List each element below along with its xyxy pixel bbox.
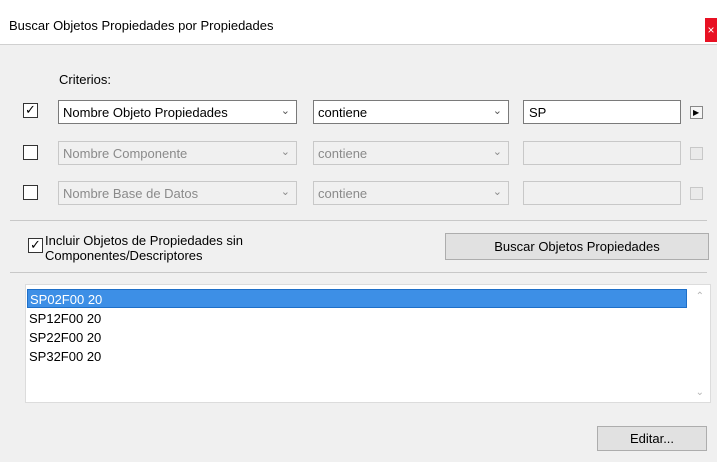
criteria-row-3-field-select[interactable]: Nombre Base de Datos ⌄ (58, 181, 297, 205)
operator-select-value: contiene (318, 146, 368, 161)
criteria-row-1-field-select[interactable]: Nombre Objeto Propiedades ⌄ (58, 100, 297, 124)
list-item[interactable]: SP12F00 20 (27, 309, 687, 328)
play-triangle-icon: ▶ (693, 108, 700, 117)
field-select-value: Nombre Componente (63, 146, 188, 161)
checkmark-icon: ✓ (25, 102, 36, 117)
criteria-row-3-checkbox[interactable] (23, 185, 38, 200)
scroll-up-icon[interactable]: ⌃ (696, 291, 704, 302)
chevron-down-icon: ⌄ (492, 105, 502, 117)
list-item[interactable]: SP22F00 20 (27, 328, 687, 347)
window-title: Buscar Objetos Propiedades por Propiedad… (9, 18, 274, 33)
criteria-row-1-checkbox[interactable]: ✓ (23, 102, 38, 118)
criteria-row-3-arrow-button[interactable] (690, 187, 703, 200)
criteria-row-2-checkbox[interactable] (23, 145, 38, 160)
include-label-line-2: Componentes/Descriptores (45, 248, 203, 263)
results-separator (10, 272, 707, 273)
operator-select-value: contiene (318, 186, 368, 201)
title-bar: Buscar Objetos Propiedades por Propiedad… (0, 0, 717, 45)
criteria-row-2-field-select[interactable]: Nombre Componente ⌄ (58, 141, 297, 165)
criteria-row-1-arrow-button[interactable]: ▶ (690, 106, 703, 119)
list-item[interactable]: SP32F00 20 (27, 347, 687, 366)
list-item[interactable]: SP02F00 20 (27, 289, 687, 308)
operator-select-value: contiene (318, 105, 368, 120)
search-button[interactable]: Buscar Objetos Propiedades (445, 233, 709, 260)
criteria-row-3-operator-select[interactable]: contiene ⌄ (313, 181, 509, 205)
include-checkbox[interactable]: ✓ (28, 237, 43, 253)
criteria-row-2-value-input[interactable] (523, 141, 681, 165)
close-icon: × (707, 23, 715, 37)
field-select-value: Nombre Base de Datos (63, 186, 199, 201)
chevron-down-icon: ⌄ (492, 146, 502, 158)
edit-button[interactable]: Editar... (597, 426, 707, 451)
scroll-down-icon[interactable]: ⌄ (696, 387, 704, 398)
criteria-separator (10, 220, 707, 221)
close-button[interactable]: × (705, 18, 717, 42)
criteria-row-1-operator-select[interactable]: contiene ⌄ (313, 100, 509, 124)
chevron-down-icon: ⌄ (492, 186, 502, 198)
include-label-line-1: Incluir Objetos de Propiedades sin (45, 233, 244, 248)
checkmark-icon: ✓ (30, 237, 41, 252)
criteria-row-2-arrow-button[interactable] (690, 147, 703, 160)
criteria-row-3-value-input[interactable] (523, 181, 681, 205)
criteria-row-1-value-input[interactable]: SP (523, 100, 681, 124)
criteria-row-2-operator-select[interactable]: contiene ⌄ (313, 141, 509, 165)
field-select-value: Nombre Objeto Propiedades (63, 105, 228, 120)
results-list[interactable]: SP02F00 20 SP12F00 20 SP22F00 20 SP32F00… (25, 284, 711, 403)
criteria-label: Criterios: (59, 72, 112, 87)
include-label: Incluir Objetos de Propiedades sin Compo… (45, 233, 305, 263)
value-input-text: SP (529, 105, 547, 120)
chevron-down-icon: ⌄ (280, 105, 290, 117)
chevron-down-icon: ⌄ (280, 186, 290, 198)
chevron-down-icon: ⌄ (280, 146, 290, 158)
